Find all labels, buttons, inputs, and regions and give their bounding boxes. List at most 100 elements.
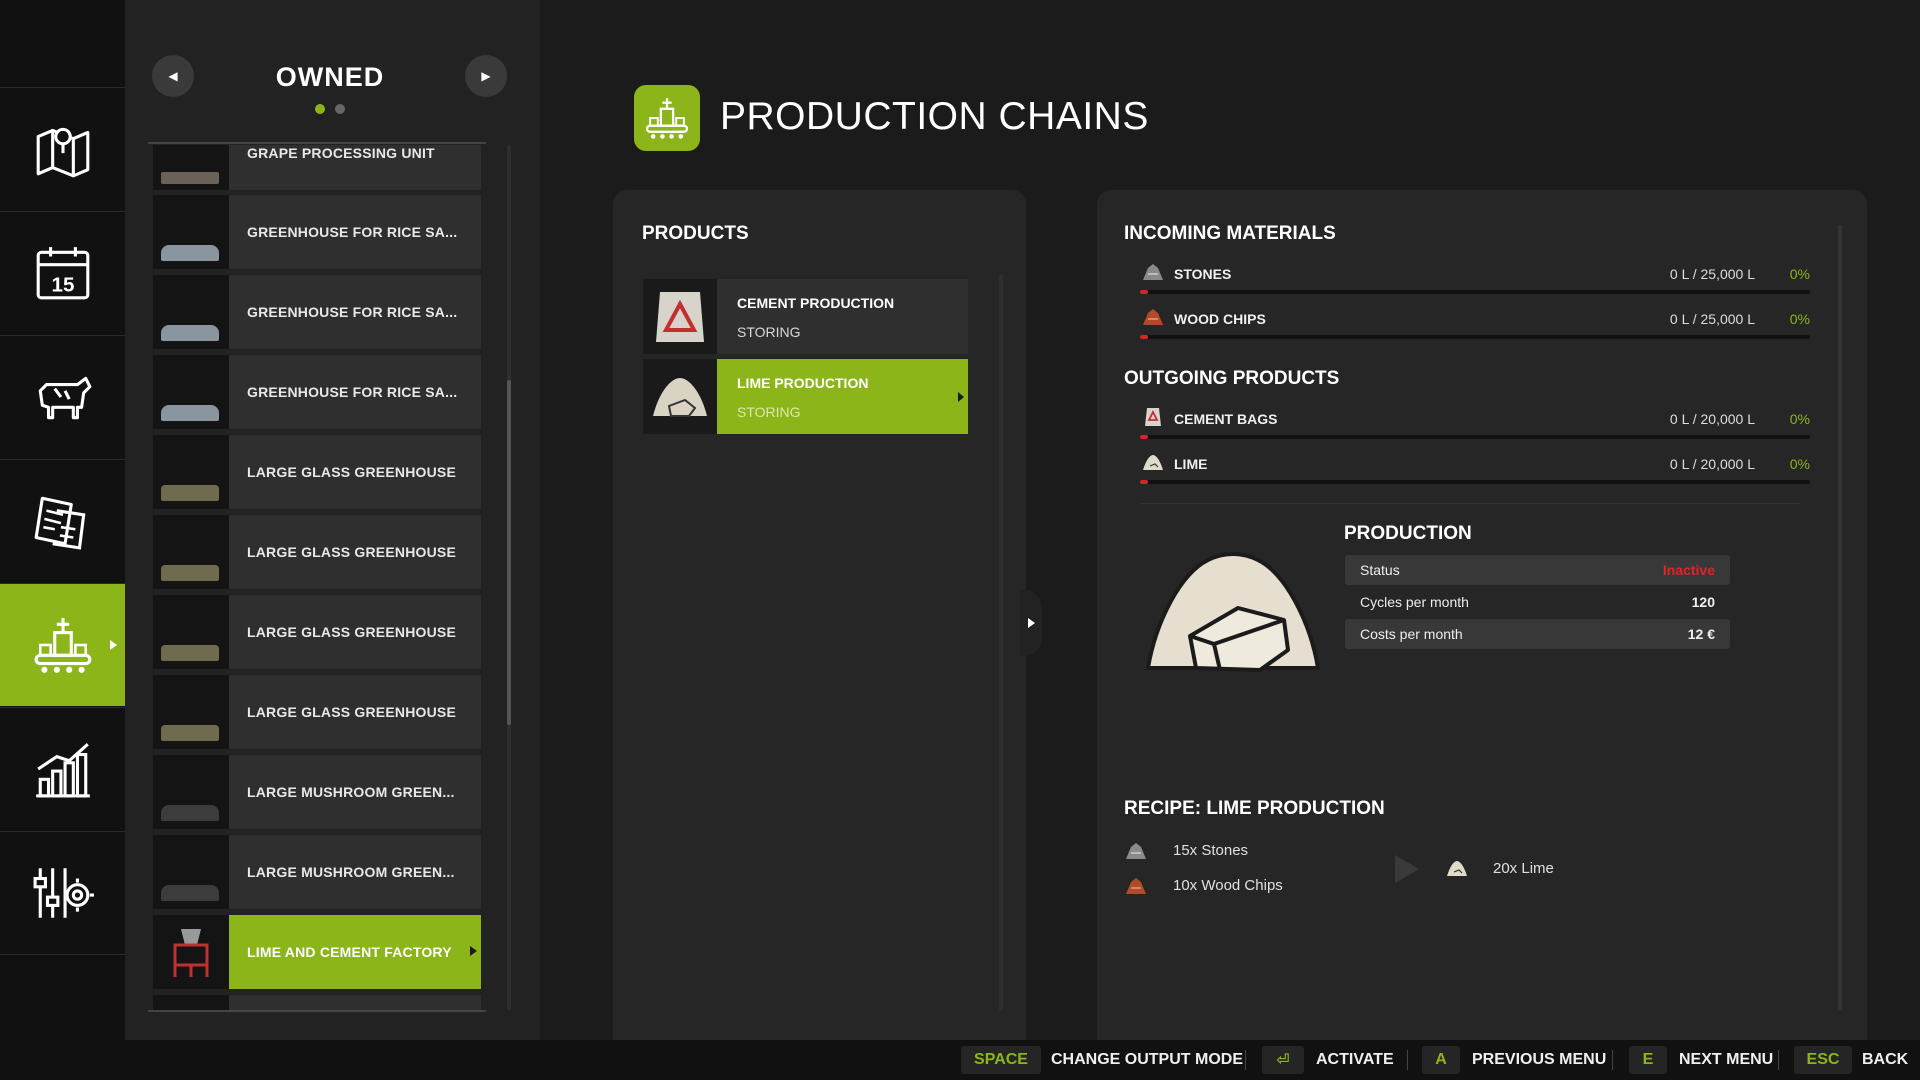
list-divider-top — [148, 142, 486, 144]
production-icon — [645, 98, 689, 139]
lime-icon — [1143, 455, 1163, 470]
sidebar-item-map[interactable] — [0, 87, 125, 210]
material-fill-bar — [1140, 435, 1810, 439]
main-sidebar: 15 — [0, 0, 125, 1040]
list-item[interactable]: LARGE GLASS GREENHOUSE — [153, 435, 481, 509]
material-amount: 0 L / 25,000 L — [1669, 266, 1755, 282]
product-name: LIME PRODUCTION — [737, 375, 869, 391]
material-name: STONES — [1174, 266, 1232, 282]
enter-key-icon[interactable]: ⏎ — [1262, 1046, 1304, 1074]
material-fill-level — [1140, 335, 1148, 339]
material-percent: 0% — [1789, 411, 1810, 427]
building-thumbnail — [153, 435, 229, 509]
production-icon — [34, 618, 91, 673]
list-item[interactable]: LARGE GLASS GREENHOUSE — [153, 675, 481, 749]
product-item-body: LIME PRODUCTION STORING — [717, 359, 968, 434]
list-item[interactable]: GREENHOUSE FOR RICE SA... — [153, 275, 481, 349]
sidebar-item-contracts[interactable] — [0, 459, 125, 582]
change-output-mode-button[interactable]: CHANGE OUTPUT MODE — [1051, 1051, 1243, 1069]
details-expand-button[interactable] — [1020, 590, 1042, 656]
lime-icon — [1447, 861, 1467, 876]
product-state: STORING — [737, 404, 801, 420]
list-item[interactable]: LARGE GLASS GREENHOUSE — [153, 515, 481, 589]
material-fill-bar — [1140, 335, 1810, 339]
production-title: PRODUCTION — [1344, 523, 1472, 544]
recipe-title: RECIPE: LIME PRODUCTION — [1124, 798, 1385, 819]
chevron-left-icon: ◀ — [168, 69, 178, 83]
statistics-icon — [35, 743, 90, 798]
building-thumbnail — [153, 595, 229, 669]
back-button[interactable]: BACK — [1862, 1051, 1908, 1069]
products-title: PRODUCTS — [642, 223, 749, 244]
material-percent: 0% — [1789, 456, 1810, 472]
material-name: CEMENT BAGS — [1174, 411, 1278, 427]
footer-separator — [1407, 1050, 1408, 1070]
stones-icon — [1126, 843, 1146, 859]
production-costs-row: Costs per month 12 € — [1345, 619, 1730, 649]
building-thumbnail — [153, 145, 229, 190]
incoming-title: INCOMING MATERIALS — [1124, 223, 1336, 244]
recipe-input: 15x Stones — [1173, 842, 1249, 859]
material-percent: 0% — [1789, 266, 1810, 282]
list-item-label: GREENHOUSE FOR RICE SA... — [229, 195, 481, 269]
list-item[interactable]: GREENHOUSE FOR RICE SA... — [153, 195, 481, 269]
material-fill-bar — [1140, 290, 1810, 294]
incoming-item-wood-chips: WOOD CHIPS 0 L / 25,000 L 0% — [1140, 309, 1810, 351]
activate-button[interactable]: ACTIVATE — [1316, 1051, 1394, 1069]
product-item-cement[interactable]: CEMENT PRODUCTION STORING — [643, 279, 968, 354]
products-scrollbar[interactable] — [999, 275, 1003, 1010]
sidebar-item-calendar[interactable]: 15 — [0, 211, 125, 334]
costs-value: 12 € — [1687, 626, 1715, 642]
building-thumbnail — [153, 835, 229, 909]
sidebar-item-settings[interactable] — [0, 831, 125, 954]
calendar-icon: 15 — [36, 247, 89, 300]
previous-menu-button[interactable]: PREVIOUS MENU — [1472, 1051, 1606, 1069]
a-key-badge[interactable]: A — [1422, 1046, 1460, 1074]
product-item-lime[interactable]: LIME PRODUCTION STORING — [643, 359, 968, 434]
list-item[interactable]: LARGE MUSHROOM GREEN... — [153, 755, 481, 829]
cement-bags-icon — [1145, 408, 1161, 426]
product-state: STORING — [737, 324, 801, 340]
next-menu-button[interactable]: NEXT MENU — [1679, 1051, 1773, 1069]
section-divider — [1140, 503, 1800, 504]
next-page-button[interactable]: ▶ — [465, 55, 507, 97]
building-thumbnail — [153, 675, 229, 749]
sidebar-item-statistics[interactable] — [0, 707, 125, 830]
details-scrollbar[interactable] — [1838, 225, 1842, 1010]
page-dot[interactable] — [335, 104, 345, 114]
outgoing-item-cement-bags: CEMENT BAGS 0 L / 20,000 L 0% — [1140, 408, 1810, 451]
list-item[interactable] — [153, 995, 481, 1010]
prev-page-button[interactable]: ◀ — [152, 55, 194, 97]
e-key-badge[interactable]: E — [1629, 1046, 1667, 1074]
list-item[interactable]: GRAPE PROCESSING UNIT — [153, 145, 481, 190]
list-item[interactable]: LARGE GLASS GREENHOUSE — [153, 595, 481, 669]
esc-key-badge[interactable]: ESC — [1794, 1046, 1852, 1074]
list-item-label: LARGE MUSHROOM GREEN... — [229, 755, 481, 829]
outgoing-title: OUTGOING PRODUCTS — [1124, 368, 1340, 389]
list-item-selected[interactable]: LIME AND CEMENT FACTORY — [153, 915, 481, 989]
material-percent: 0% — [1789, 311, 1810, 327]
row-label: Status — [1360, 562, 1400, 578]
sidebar-item-animals[interactable] — [0, 335, 125, 458]
list-item[interactable]: GREENHOUSE FOR RICE SA... — [153, 355, 481, 429]
product-name: CEMENT PRODUCTION — [737, 295, 895, 311]
stones-icon — [1143, 264, 1163, 280]
footer-separator — [1612, 1050, 1613, 1070]
factory-icon — [173, 929, 209, 977]
sidebar-item-production[interactable] — [0, 583, 125, 706]
lime-product-image-icon — [1145, 552, 1321, 672]
building-thumbnail — [153, 515, 229, 589]
active-indicator-arrow-icon — [110, 640, 117, 650]
list-item-label: LIME AND CEMENT FACTORY — [229, 915, 481, 989]
list-item[interactable]: LARGE MUSHROOM GREEN... — [153, 835, 481, 909]
page-dot-active[interactable] — [315, 104, 325, 114]
building-thumbnail — [153, 995, 229, 1010]
list-item-label: LARGE GLASS GREENHOUSE — [229, 435, 481, 509]
material-amount: 0 L / 20,000 L — [1669, 456, 1755, 472]
footer-separator — [1245, 1050, 1246, 1070]
list-scrollbar-thumb[interactable] — [507, 380, 511, 725]
selected-arrow-icon — [958, 392, 964, 402]
production-chains-icon — [634, 85, 700, 151]
space-key-badge[interactable]: SPACE — [961, 1046, 1041, 1074]
wood-chips-icon — [1126, 878, 1146, 894]
